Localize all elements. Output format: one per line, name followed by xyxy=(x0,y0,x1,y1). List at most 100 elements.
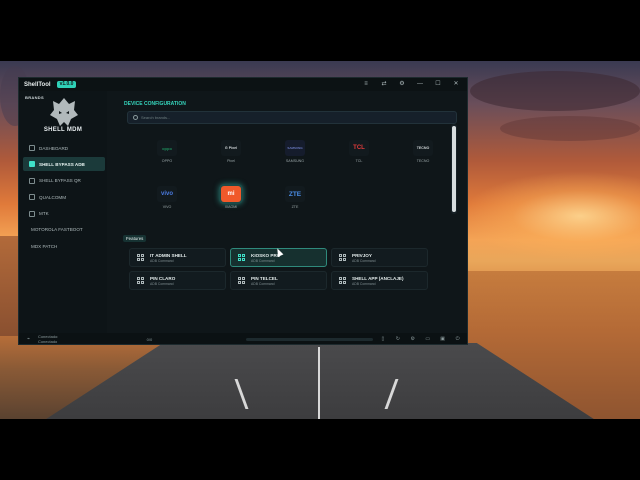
sidebar-item-label: SHELL BYPASS QR xyxy=(39,178,81,184)
feature-it-admin-shell[interactable]: IT ADMIN SHELL ADB Command xyxy=(129,248,226,267)
sidebar-item-shell-bypass-qr[interactable]: SHELL BYPASS QR xyxy=(23,174,105,188)
wolf-logo-icon xyxy=(50,98,78,126)
sidebar-nav: DASHBOARD SHELL BYPASS ADB SHELL BYPASS … xyxy=(23,141,105,256)
feature-title: PIN CLARO xyxy=(150,275,176,281)
power-icon[interactable]: ⏻ xyxy=(452,336,463,342)
usb-icon[interactable]: ▯ xyxy=(377,336,388,342)
feature-title: PIN TELCEL xyxy=(251,275,278,281)
app-title: ShellTool xyxy=(24,81,51,88)
sunset-glow xyxy=(460,171,640,261)
switch-icon[interactable]: ⇄ xyxy=(378,78,390,91)
monitor-icon[interactable]: ▣ xyxy=(437,336,448,342)
tecno-logo-icon: TECNO xyxy=(413,140,433,156)
brand-name: VIVO xyxy=(162,205,172,209)
connection-status: Conectado: Conectado xyxy=(37,334,59,344)
brand-name: XIAOMI xyxy=(224,205,238,209)
sidebar-item-label: QUALCOMM xyxy=(39,194,67,200)
feature-subtitle: ADB Command xyxy=(251,281,275,286)
grid-icon xyxy=(137,254,144,261)
adb-icon xyxy=(29,161,35,168)
sidebar-item-mtk[interactable]: MTK xyxy=(23,207,105,221)
sidebar-item-label: SHELL BYPASS ADB xyxy=(39,161,85,167)
close-icon[interactable]: ✕ xyxy=(450,78,462,91)
cloud xyxy=(500,116,640,141)
scrollbar-thumb[interactable] xyxy=(452,126,456,212)
brand-card-samsung[interactable]: SAMSUNG SAMSUNG xyxy=(275,129,315,163)
feature-pin-claro[interactable]: PIN CLARO ADB Command xyxy=(129,271,226,290)
connection-icon: ⌁ xyxy=(26,336,30,342)
settings-icon[interactable]: ⚙ xyxy=(407,336,418,342)
sidebar-item-label: MDX PATCH xyxy=(31,243,58,249)
refresh-icon[interactable]: ↻ xyxy=(392,336,403,342)
sidebar-item-label: MTK xyxy=(39,211,49,217)
feature-shell-app-anclaje[interactable]: SHELL APP (ANCLAJE) ADB Command xyxy=(331,271,428,290)
grid-icon xyxy=(137,277,144,284)
feature-subtitle: ADB Command xyxy=(352,258,376,263)
road-center-line xyxy=(318,347,320,419)
oppo-logo-icon: oppo xyxy=(157,140,177,156)
brand-grid-scrollbar[interactable] xyxy=(451,124,457,214)
status-bar: ⌁ Conectado: Conectado 0/0 ▯ ↻ ⚙ ▭ ▣ ⏻ xyxy=(19,333,467,344)
maximize-icon[interactable]: ☐ xyxy=(432,78,444,91)
brand-name: Pixel xyxy=(227,159,235,163)
sidebar: BRANDS SHELL MDM DASHBOARD SHELL BYPASS … xyxy=(19,91,107,333)
brand-name: OPPO xyxy=(161,159,173,163)
search-bar[interactable] xyxy=(127,111,457,124)
feature-title: SHELL APP (ANCLAJE) xyxy=(352,275,404,281)
settings-icon[interactable]: ⚙ xyxy=(396,78,408,91)
screen-icon[interactable]: ▭ xyxy=(422,336,433,342)
grid-icon xyxy=(339,254,346,261)
samsung-logo-icon: SAMSUNG xyxy=(285,140,305,156)
feature-privjoy[interactable]: PRIVJOY ADB Command xyxy=(331,248,428,267)
brand-card-oppo[interactable]: oppo OPPO xyxy=(147,129,187,163)
vivo-logo-icon: vivo xyxy=(157,186,177,202)
grid-icon xyxy=(238,254,245,261)
device-count: 0/0 xyxy=(146,336,153,342)
brand-card-zte[interactable]: ZTE ZTE xyxy=(275,175,315,209)
feature-subtitle: ADB Command xyxy=(251,258,275,263)
search-icon xyxy=(133,115,138,120)
sidebar-item-qualcomm[interactable]: QUALCOMM xyxy=(23,190,105,204)
brand-card-vivo[interactable]: vivo VIVO xyxy=(147,175,187,209)
main-panel: DEVICE CONFIGURATION oppo OPPO G Pixel P… xyxy=(115,91,465,333)
app-window: ShellTool v1.0.0 ≡ ⇄ ⚙ — ☐ ✕ BRANDS SHEL… xyxy=(18,77,468,345)
brand-card-xiaomi[interactable]: mi XIAOMI xyxy=(211,175,251,209)
cloud xyxy=(470,71,640,111)
feature-subtitle: ADB Command xyxy=(150,281,174,286)
feature-pin-telcel[interactable]: PIN TELCEL ADB Command xyxy=(230,271,327,290)
brand-card-tcl[interactable]: TCL TCL xyxy=(339,129,379,163)
grid-icon xyxy=(238,277,245,284)
logo-text: SHELL MDM xyxy=(43,127,83,133)
sidebar-item-label: DASHBOARD xyxy=(39,145,69,151)
progress-bar xyxy=(246,337,374,341)
brand-caption: BRANDS xyxy=(25,95,44,100)
brand-card-tecno[interactable]: TECNO TECNO xyxy=(403,129,443,163)
sidebar-item-label: MOTOROLA FASTBOOT xyxy=(31,227,83,233)
brand-grid: oppo OPPO G Pixel Pixel SAMSUNG SAMSUNG … xyxy=(127,129,457,229)
search-input[interactable] xyxy=(141,115,441,120)
features-label: Features xyxy=(123,235,147,242)
section-title: DEVICE CONFIGURATION xyxy=(124,101,186,107)
menu-icon[interactable]: ≡ xyxy=(360,78,372,91)
brand-name: ZTE xyxy=(291,205,299,209)
feature-subtitle: ADB Command xyxy=(150,258,174,263)
feature-title: IT ADMIN SHELL xyxy=(150,252,187,258)
brand-name: SAMSUNG xyxy=(285,159,305,163)
video-letterbox-top xyxy=(0,0,640,61)
version-badge: v1.0.0 xyxy=(56,81,77,88)
video-letterbox-bottom xyxy=(0,419,640,480)
qr-icon xyxy=(29,177,35,184)
sidebar-item-mdx-patch[interactable]: MDX PATCH xyxy=(23,239,105,253)
grid-icon xyxy=(339,277,346,284)
sidebar-item-dashboard[interactable]: DASHBOARD xyxy=(23,141,105,155)
sidebar-item-shell-bypass-adb[interactable]: SHELL BYPASS ADB xyxy=(23,157,105,172)
dashboard-icon xyxy=(29,145,35,151)
zte-logo-icon: ZTE xyxy=(285,186,305,202)
minimize-icon[interactable]: — xyxy=(414,78,426,91)
sidebar-item-motorola-fastboot[interactable]: MOTOROLA FASTBOOT xyxy=(23,223,105,237)
title-bar[interactable]: ShellTool v1.0.0 ≡ ⇄ ⚙ — ☐ ✕ xyxy=(19,78,467,91)
tcl-logo-icon: TCL xyxy=(349,140,369,156)
brand-name: TCL xyxy=(355,159,363,163)
brand-card-pixel[interactable]: G Pixel Pixel xyxy=(211,129,251,163)
feature-title: PRIVJOY xyxy=(352,252,372,258)
